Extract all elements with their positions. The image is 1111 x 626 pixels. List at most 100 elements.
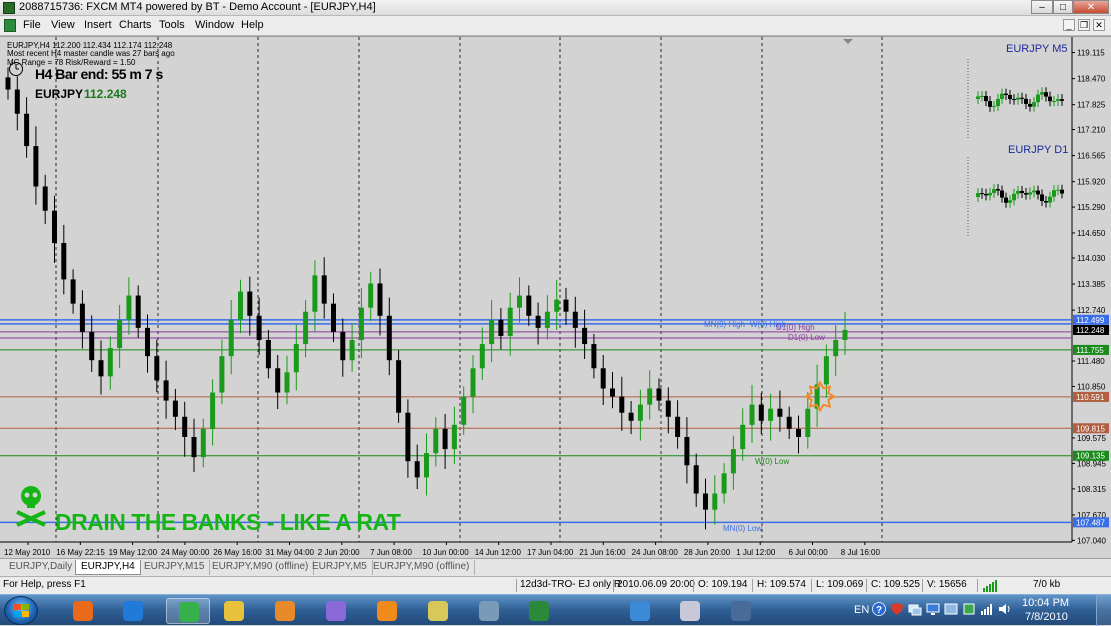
mini-d1-candle bbox=[1044, 201, 1048, 203]
menu-file[interactable]: File bbox=[23, 19, 41, 31]
status-icon[interactable] bbox=[962, 602, 976, 616]
menu-window[interactable]: Window bbox=[195, 19, 234, 31]
tab-eurjpy-daily[interactable]: EURJPY,Daily bbox=[4, 560, 79, 575]
y-tick-label-9: 113.385 bbox=[1077, 280, 1106, 289]
candle-body bbox=[619, 396, 625, 413]
clock-date[interactable]: 7/8/2010 bbox=[1025, 611, 1068, 623]
folder-icon bbox=[428, 601, 448, 621]
mdi-restore-button[interactable]: ❐ bbox=[1078, 19, 1090, 31]
paint-icon bbox=[326, 601, 346, 621]
mini-m5-candle bbox=[992, 105, 996, 107]
mdi-close-button[interactable]: ✕ bbox=[1093, 19, 1105, 31]
y-tick-label-15: 109.575 bbox=[1077, 434, 1106, 443]
mdi-minimize-button[interactable]: _ bbox=[1063, 19, 1075, 31]
price-chart[interactable]: 119.115 118.470 117.825 117.210 116.565 115.9… bbox=[0, 36, 1111, 559]
candle-body bbox=[498, 319, 504, 336]
candle-body bbox=[414, 461, 420, 478]
mini-d1-candle bbox=[1056, 189, 1060, 191]
price-tag-label-orange_level: 110.591 bbox=[1076, 393, 1105, 402]
mini-m5-candle bbox=[1044, 92, 1048, 97]
taskbar-app-paint[interactable] bbox=[314, 598, 358, 624]
mini-m5-candle bbox=[1028, 103, 1032, 107]
network-signal-icon[interactable] bbox=[980, 602, 994, 616]
status-volume: V: 15656 bbox=[927, 579, 967, 590]
candle-body bbox=[768, 408, 774, 421]
taskbar-app-window[interactable] bbox=[719, 598, 763, 624]
explorer-icon bbox=[224, 601, 244, 621]
candle-body bbox=[582, 327, 588, 345]
taskbar-app-explorer[interactable] bbox=[212, 598, 256, 624]
candle-body bbox=[647, 388, 653, 405]
candle-body bbox=[442, 428, 448, 450]
candle-body bbox=[433, 428, 439, 454]
mini-m5-candle bbox=[984, 95, 988, 102]
tab-eurjpy-m15[interactable]: EURJPY,M15 bbox=[139, 560, 211, 575]
tab-eurjpy-m90-offline-2[interactable]: EURJPY,M90 (offline) bbox=[368, 560, 476, 575]
menu-insert[interactable]: Insert bbox=[84, 19, 112, 31]
taskbar-app-media[interactable] bbox=[263, 598, 307, 624]
mini-m5-candle bbox=[1000, 93, 1004, 99]
candle-body bbox=[386, 315, 392, 361]
mini-d1-candle bbox=[996, 189, 1000, 191]
network-icon[interactable] bbox=[908, 602, 922, 616]
level-label-d1-high: D1(0) High bbox=[776, 323, 815, 332]
info-line-master: Most recent H4 master candle was 27 bars… bbox=[7, 49, 175, 58]
candle-body bbox=[303, 311, 309, 345]
volume-icon[interactable] bbox=[998, 602, 1012, 616]
chart-canvas[interactable]: 119.115 118.470 117.825 117.210 116.565 115.9… bbox=[0, 37, 1111, 559]
clock-time[interactable]: 10:04 PM bbox=[1022, 597, 1069, 609]
taskbar-app-calculator[interactable] bbox=[467, 598, 511, 624]
tab-eurjpy-h4[interactable]: EURJPY,H4 bbox=[75, 560, 141, 575]
display-icon[interactable] bbox=[944, 602, 958, 616]
x-tick-label-7: 7 Jun 08:00 bbox=[370, 548, 412, 557]
menu-charts[interactable]: Charts bbox=[119, 19, 151, 31]
show-desktop-button[interactable] bbox=[1096, 595, 1111, 626]
candle-body bbox=[591, 344, 597, 369]
candle-body bbox=[572, 311, 578, 328]
tab-eurjpy-m5[interactable]: EURJPY,M5 bbox=[307, 560, 373, 575]
help-icon[interactable]: ? bbox=[872, 602, 886, 616]
metatrader-icon bbox=[123, 601, 143, 621]
taskbar-app-itunes[interactable] bbox=[618, 598, 662, 624]
candle-body bbox=[135, 295, 141, 328]
chart-background bbox=[0, 37, 1111, 559]
monitor-icon[interactable] bbox=[926, 602, 940, 616]
candle-body bbox=[126, 295, 132, 320]
mt4-window: 2088715736: FXCM MT4 powered by BT - Dem… bbox=[0, 0, 1111, 626]
mini-d1-candle bbox=[1020, 190, 1024, 194]
mini-d1-candle bbox=[1000, 190, 1004, 198]
level-label-w-low: W(0) Low bbox=[755, 457, 790, 466]
taskbar-app-notes[interactable] bbox=[166, 598, 210, 624]
y-tick-label-17: 108.315 bbox=[1077, 485, 1106, 494]
taskbar-app-excel[interactable] bbox=[517, 598, 561, 624]
start-button[interactable] bbox=[4, 596, 38, 625]
tab-eurjpy-m90-offline[interactable]: EURJPY,M90 (offline) bbox=[207, 560, 315, 575]
windows-logo-icon bbox=[14, 604, 29, 618]
close-button[interactable]: ✕ bbox=[1073, 0, 1109, 14]
menu-view[interactable]: View bbox=[51, 19, 75, 31]
mini-d1-candle bbox=[1016, 190, 1020, 194]
menu-bar: File View Insert Charts Tools Window Hel… bbox=[0, 16, 1111, 36]
candle-body bbox=[758, 404, 764, 421]
mini-m5-candle bbox=[1012, 99, 1016, 101]
x-tick-label-12: 24 Jun 08:00 bbox=[632, 548, 679, 557]
taskbar-app-folder[interactable] bbox=[416, 598, 460, 624]
language-indicator[interactable]: EN bbox=[854, 604, 869, 616]
menu-help[interactable]: Help bbox=[241, 19, 264, 31]
mini-m5-candle bbox=[1036, 94, 1040, 103]
maximize-button[interactable]: □ bbox=[1053, 0, 1073, 14]
mini-m5-candle bbox=[1056, 99, 1060, 102]
taskbar-app-orb[interactable] bbox=[365, 598, 409, 624]
price-tag-label-blue_high: 112.499 bbox=[1076, 316, 1105, 325]
taskbar-app-tool[interactable] bbox=[668, 598, 712, 624]
menu-tools[interactable]: Tools bbox=[159, 19, 185, 31]
candle-body bbox=[275, 368, 281, 393]
taskbar-app-metatrader[interactable] bbox=[111, 598, 155, 624]
status-help: For Help, press F1 bbox=[3, 579, 86, 590]
shield-icon[interactable] bbox=[890, 602, 904, 616]
mini-d1-candle bbox=[992, 189, 996, 193]
candle-body bbox=[507, 307, 513, 336]
minimize-button[interactable]: – bbox=[1031, 0, 1053, 14]
taskbar-app-firefox[interactable] bbox=[61, 598, 105, 624]
status-datetime: 2010.06.09 20:00 bbox=[617, 579, 695, 590]
